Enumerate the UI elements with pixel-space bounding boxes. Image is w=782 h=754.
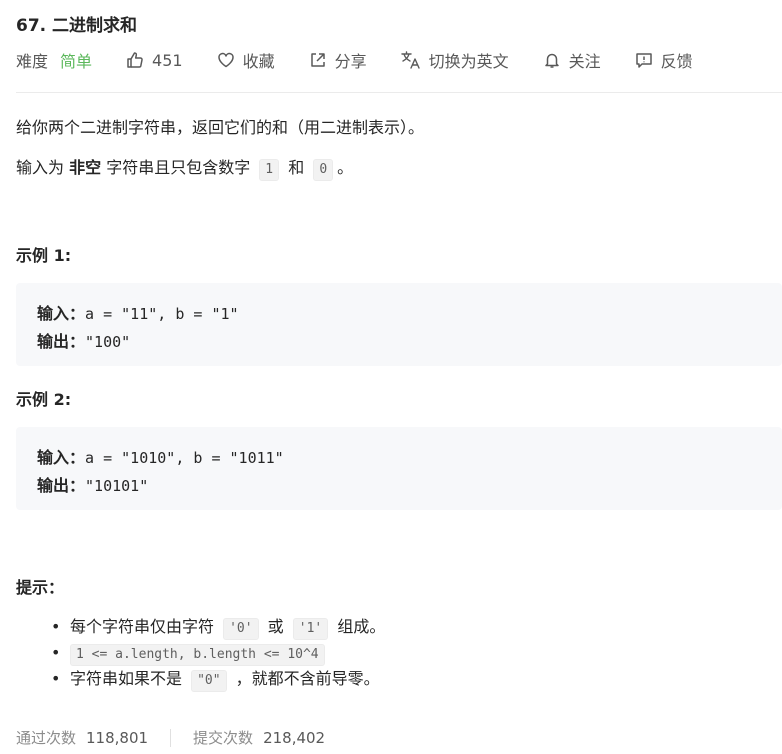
example-2-block: 输入：a = "1010", b = "1011" 输出："10101" [16,427,782,510]
difficulty-value: 简单 [60,52,93,71]
accepted-label: 通过次数 [16,729,77,747]
description-text: 字符串且只包含数字 [101,158,256,177]
switch-language-button[interactable]: 切换为英文 [400,48,509,72]
like-button[interactable]: 451 [126,51,183,70]
input-value: a = "1010", b = "1011" [85,449,284,467]
description-line-2: 输入为 非空 字符串且只包含数字 1 和 0。 [16,154,353,181]
description-emphasis: 非空 [69,158,102,177]
output-value: "10101" [85,477,149,495]
hint-text: 或 [262,617,289,636]
example-1-heading: 示例 1: [16,246,72,265]
thumbs-up-icon [126,51,144,69]
hint-item: 1 <= a.length, b.length <= 10^4 [51,640,385,666]
description-text: 和 [283,158,310,177]
share-button[interactable]: 分享 [309,48,367,72]
hint-item: 每个字符串仅由字符 '0' 或 '1' 组成。 [51,614,386,640]
follow-button[interactable]: 关注 [543,48,601,72]
share-label: 分享 [334,52,367,71]
example-2-heading: 示例 2: [16,390,72,409]
difficulty: 难度 简单 [16,48,92,72]
translate-icon [400,51,421,69]
favorite-label: 收藏 [242,52,275,71]
header-divider [16,92,782,93]
inline-code: 1 [259,159,280,181]
hints-list: 每个字符串仅由字符 '0' 或 '1' 组成。 1 <= a.length, b… [16,614,385,692]
heart-icon [217,51,235,69]
stats-divider [170,728,172,747]
hint-text: 每个字符串仅由字符 [70,617,220,636]
inline-code: "0" [191,670,227,692]
output-value: "100" [85,333,131,351]
favorite-button[interactable]: 收藏 [217,48,275,72]
bell-icon [543,51,561,69]
input-label: 输入： [37,448,86,467]
example-2-output: 输出："10101" [37,472,148,496]
inline-code: '0' [223,618,259,640]
accepted-value: 118,801 [86,728,149,747]
feedback-button[interactable]: 反馈 [635,48,693,72]
submission-stats: 通过次数 118,801 提交次数 218,402 [16,727,325,748]
input-value: a = "11", b = "1" [85,305,239,323]
example-1-output: 输出："100" [37,328,130,352]
hint-text: 组成。 [332,617,386,636]
submissions-value: 218,402 [263,728,326,747]
hint-text: ，就都不含前导零。 [230,669,380,688]
submissions-label: 提交次数 [193,729,254,747]
example-2-input: 输入：a = "1010", b = "1011" [37,444,284,468]
inline-code: 0 [313,159,334,181]
inline-code: '1' [292,618,329,640]
description-line-1: 给你两个二进制字符串，返回它们的和（用二进制表示）。 [16,118,425,137]
switch-language-label: 切换为英文 [428,52,509,71]
inline-code: 1 <= a.length, b.length <= 10^4 [70,644,325,666]
input-label: 输入： [37,304,86,323]
hint-item: 字符串如果不是 "0" ，就都不含前导零。 [51,666,385,692]
description-text: 输入为 [16,158,70,177]
output-label: 输出： [37,476,86,495]
problem-title: 67. 二进制求和 [16,16,138,36]
likes-count: 451 [152,50,183,70]
hint-text: 字符串如果不是 [70,669,188,688]
follow-label: 关注 [568,52,601,71]
difficulty-label: 难度 [16,52,49,71]
example-1-input: 输入：a = "11", b = "1" [37,300,239,324]
feedback-label: 反馈 [660,52,693,71]
feedback-icon [635,51,653,69]
output-label: 输出： [37,332,86,351]
description-text: 。 [337,158,354,177]
example-1-block: 输入：a = "11", b = "1" 输出："100" [16,283,782,366]
share-icon [309,51,327,69]
hints-heading: 提示： [16,578,65,597]
problem-toolbar: 难度 简单 451 收藏 分享 切换为英文 关注 反馈 [16,48,727,72]
